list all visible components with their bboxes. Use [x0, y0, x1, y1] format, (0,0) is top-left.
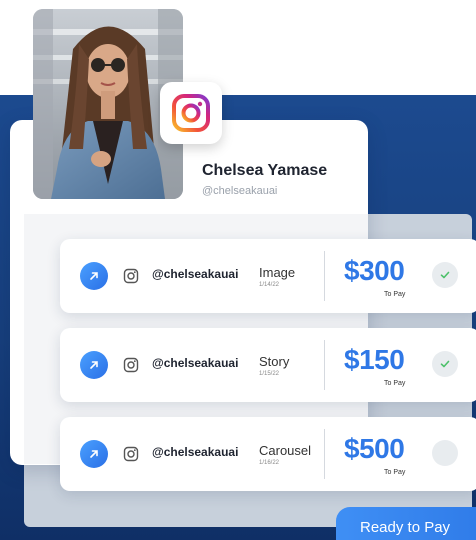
instagram-badge[interactable] [160, 82, 222, 144]
content-type: Carousel [259, 443, 312, 458]
payment-row[interactable]: @chelseakauai Carousel 1/16/22 $500 To P… [60, 417, 476, 491]
content-type: Story [259, 354, 290, 369]
post-date: 1/14/22 [259, 282, 280, 288]
post-date: 1/15/22 [259, 371, 280, 377]
arrow-up-right-icon [90, 361, 98, 369]
payment-row[interactable]: @chelseakauai Image 1/14/22 $300 To Pay [60, 239, 476, 313]
open-link-button[interactable] [80, 262, 108, 290]
instagram-outline-icon [123, 357, 139, 373]
to-pay-label: To Pay [384, 380, 406, 387]
content-type: Image [259, 265, 296, 280]
payment-row[interactable]: @chelseakauai Story 1/15/22 $150 To Pay [60, 328, 476, 402]
row-handle: @chelseakauai [152, 445, 239, 459]
row-handle: @chelseakauai [152, 267, 239, 281]
row-handle: @chelseakauai [152, 356, 239, 370]
ready-to-pay-button[interactable]: Ready to Pay [336, 507, 476, 540]
checkmark-icon [440, 271, 450, 279]
status-check[interactable] [432, 351, 458, 377]
to-pay-label: To Pay [384, 291, 406, 298]
open-link-button[interactable] [80, 440, 108, 468]
profile-handle: @chelseakauai [202, 185, 278, 197]
stage: Chelsea Yamase @chelseakauai @chelseakau… [0, 0, 476, 540]
profile-name: Chelsea Yamase [202, 162, 328, 179]
row-divider [324, 251, 325, 301]
open-link-button[interactable] [80, 351, 108, 379]
checkmark-icon [440, 360, 450, 368]
status-check[interactable] [432, 262, 458, 288]
payment-amount: $300 [344, 255, 405, 286]
arrow-up-right-icon [90, 272, 98, 280]
to-pay-label: To Pay [384, 469, 406, 476]
instagram-outline-icon [123, 446, 139, 462]
payment-amount: $150 [344, 344, 405, 375]
row-divider [324, 340, 325, 390]
status-check-empty[interactable] [432, 440, 458, 466]
post-date: 1/16/22 [259, 460, 280, 466]
arrow-up-right-icon [90, 450, 98, 458]
payment-amount: $500 [344, 433, 405, 464]
instagram-outline-icon [123, 268, 139, 284]
row-divider [324, 429, 325, 479]
instagram-icon [172, 94, 210, 132]
